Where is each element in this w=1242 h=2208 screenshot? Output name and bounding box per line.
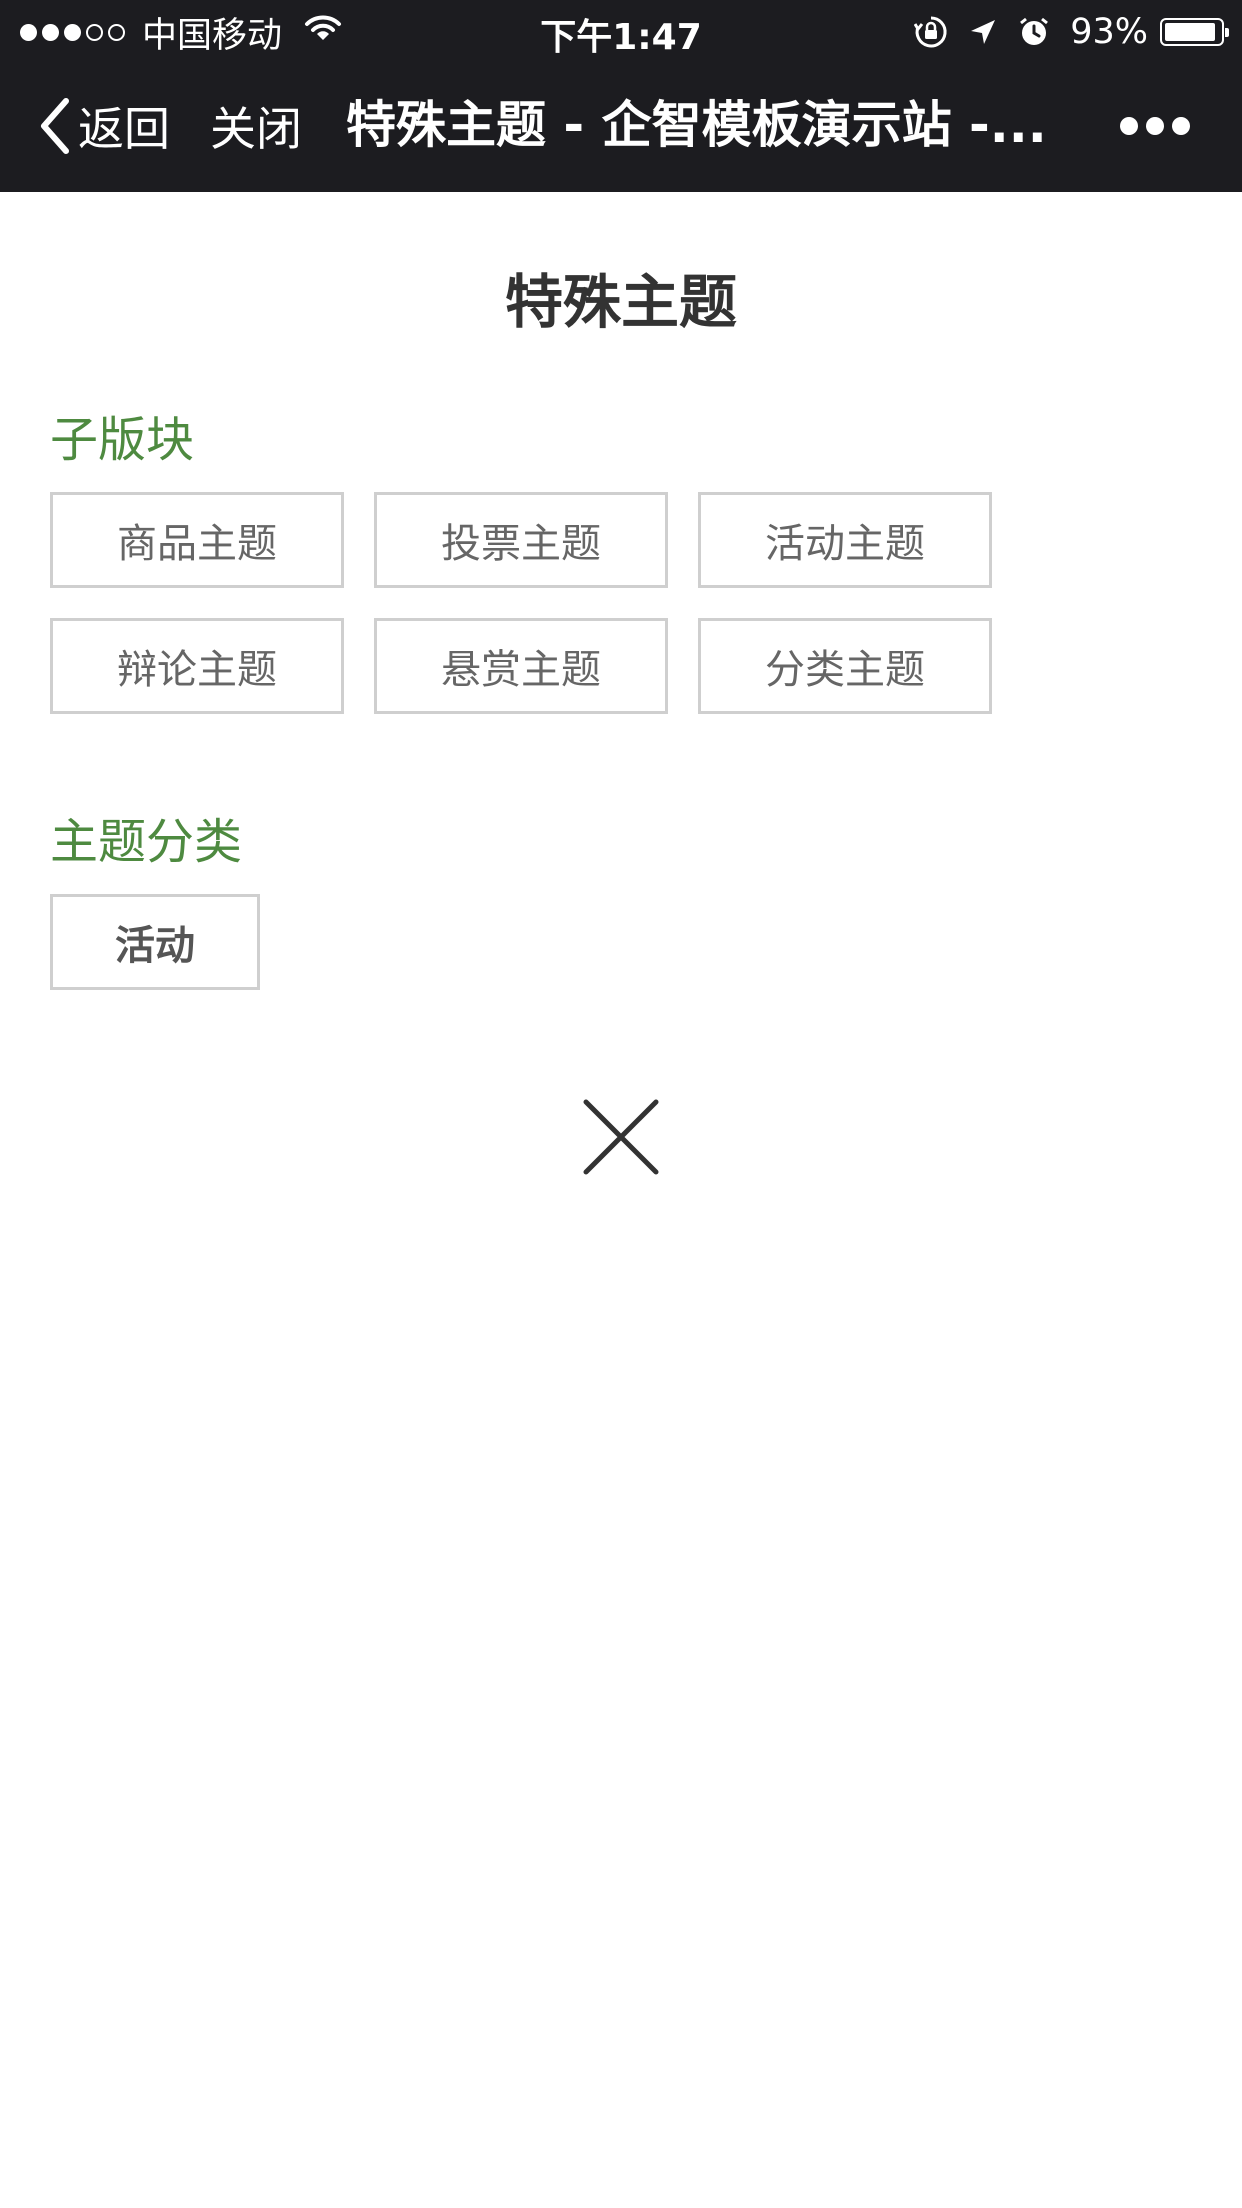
alarm-icon xyxy=(1018,16,1050,48)
status-right: 93% xyxy=(914,10,1229,54)
location-arrow-icon xyxy=(968,17,998,47)
page-title: 特殊主题 xyxy=(504,268,737,336)
top-bar: 中国移动 下午1:47 93% 返回 关闭 特殊主题 - 企智模板演示站 -..… xyxy=(0,0,1242,192)
subforums-heading: 子版块 xyxy=(50,412,195,468)
close-button[interactable]: 关闭 xyxy=(210,94,302,158)
chevron-left-icon xyxy=(41,98,69,154)
orientation-lock-icon xyxy=(914,15,948,49)
subforum-tag[interactable]: 悬赏主题 xyxy=(374,618,668,714)
back-label: 返回 xyxy=(78,102,170,156)
close-label: 关闭 xyxy=(210,102,302,156)
categories-heading: 主题分类 xyxy=(50,814,243,870)
status-bar: 中国移动 下午1:47 93% xyxy=(0,0,1242,62)
back-button[interactable]: 返回 xyxy=(38,94,170,158)
category-tag[interactable]: 活动 xyxy=(50,894,260,990)
nav-title: 特殊主题 - 企智模板演示站 -... xyxy=(346,96,1047,154)
close-icon[interactable] xyxy=(580,1096,662,1178)
subforum-tag[interactable]: 分类主题 xyxy=(698,618,992,714)
subforum-tag[interactable]: 商品主题 xyxy=(50,492,344,588)
more-dots-icon[interactable] xyxy=(1120,114,1190,138)
subforum-tag[interactable]: 活动主题 xyxy=(698,492,992,588)
battery-level xyxy=(1165,23,1216,41)
subforum-tag[interactable]: 投票主题 xyxy=(374,492,668,588)
battery-percent: 93% xyxy=(1070,12,1148,52)
navigation-bar: 返回 关闭 特殊主题 - 企智模板演示站 -... xyxy=(0,62,1242,192)
subforum-tag[interactable]: 辩论主题 xyxy=(50,618,344,714)
battery-icon xyxy=(1160,18,1229,46)
